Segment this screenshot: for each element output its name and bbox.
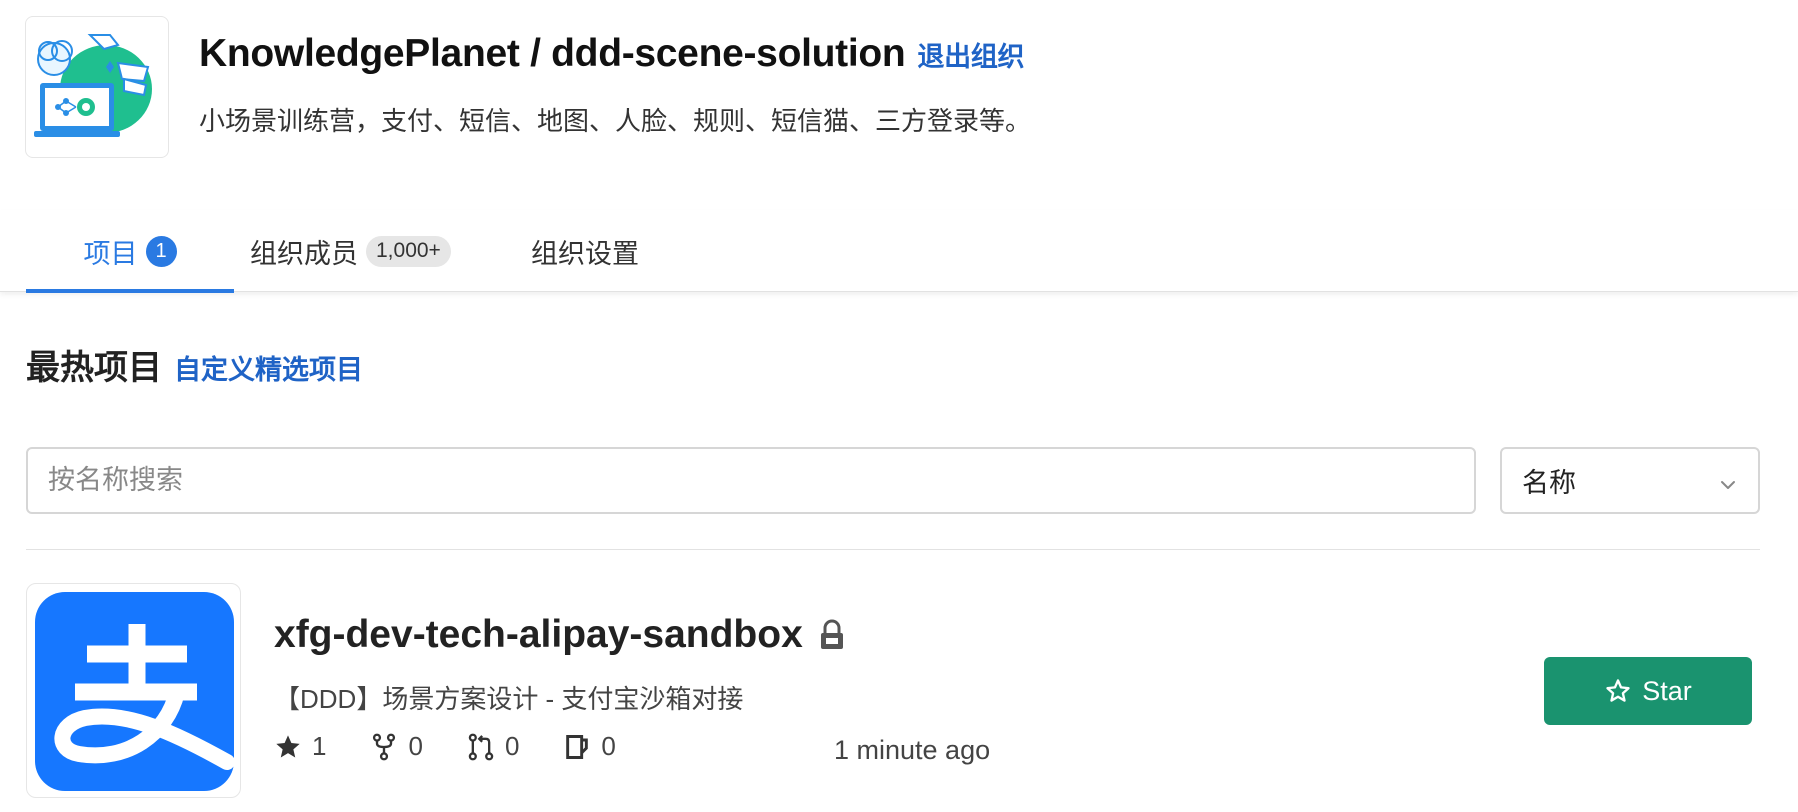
pull-requests-count: 0 xyxy=(504,731,520,761)
pull-requests-stat[interactable]: 0 xyxy=(467,731,519,762)
sort-selected-value: 名称 xyxy=(1522,468,1576,498)
stars-count: 1 xyxy=(312,731,327,761)
lock-icon xyxy=(819,619,845,651)
star-filled-icon xyxy=(276,734,300,757)
custom-featured-link[interactable]: 自定义精选项目 xyxy=(174,348,363,387)
leave-org-link[interactable]: 退出组织 xyxy=(917,35,1024,74)
section-header: 最热项目 自定义精选项目 xyxy=(26,340,363,389)
tab-members[interactable]: 组织成员 1,000+ xyxy=(250,210,451,292)
org-description: 小场景训练营，支付、短信、地图、人脸、规则、短信猫、三方登录等。 xyxy=(199,106,1032,136)
tab-projects-label: 项目 xyxy=(83,238,138,269)
pull-request-icon xyxy=(468,733,494,760)
section-title: 最热项目 xyxy=(26,349,162,387)
tab-settings-label: 组织设置 xyxy=(531,238,639,269)
stars-stat[interactable]: 1 xyxy=(274,731,326,762)
projects-count-badge: 1 xyxy=(145,235,177,267)
org-title-text: KnowledgePlanet / ddd-scene-solution xyxy=(199,32,906,75)
project-title-line: xfg-dev-tech-alipay-sandbox xyxy=(274,613,845,657)
members-count-badge: 1,000+ xyxy=(366,235,451,267)
tab-settings[interactable]: 组织设置 xyxy=(531,210,639,292)
star-button[interactable]: Star xyxy=(1544,657,1752,725)
star-outline-icon xyxy=(1606,679,1630,702)
org-title: KnowledgePlanet / ddd-scene-solution 退出组… xyxy=(199,32,1025,76)
divider xyxy=(26,549,1760,550)
star-button-label: Star xyxy=(1642,675,1692,706)
issues-count: 0 xyxy=(601,731,616,761)
tab-projects[interactable]: 项目 1 xyxy=(26,210,234,293)
search-input[interactable] xyxy=(26,447,1476,514)
project-row: xfg-dev-tech-alipay-sandbox 【DDD】场景方案设计 … xyxy=(26,583,1760,798)
forks-stat[interactable]: 0 xyxy=(370,731,423,762)
fork-icon xyxy=(373,733,396,760)
project-description: 【DDD】场景方案设计 - 支付宝沙箱对接 xyxy=(274,684,744,714)
project-avatar[interactable] xyxy=(26,583,241,798)
org-avatar xyxy=(25,16,169,158)
forks-count: 0 xyxy=(408,731,423,761)
org-tabs: 项目 1 组织成员 1,000+ 组织设置 xyxy=(0,210,1798,293)
alipay-logo-icon xyxy=(35,592,235,791)
sort-select[interactable]: 名称 xyxy=(1500,447,1760,514)
org-header: KnowledgePlanet / ddd-scene-solution 退出组… xyxy=(0,0,1798,210)
chevron-down-icon xyxy=(1718,471,1738,502)
org-illustration-icon xyxy=(34,34,152,137)
issues-stat[interactable]: 0 xyxy=(563,731,616,762)
updated-time: 1 minute ago xyxy=(834,735,991,765)
project-stats: 1 0 0 0 xyxy=(274,731,660,762)
tab-members-label: 组织成员 xyxy=(250,238,358,269)
project-name-link[interactable]: xfg-dev-tech-alipay-sandbox xyxy=(274,613,803,657)
issue-icon xyxy=(566,734,589,759)
